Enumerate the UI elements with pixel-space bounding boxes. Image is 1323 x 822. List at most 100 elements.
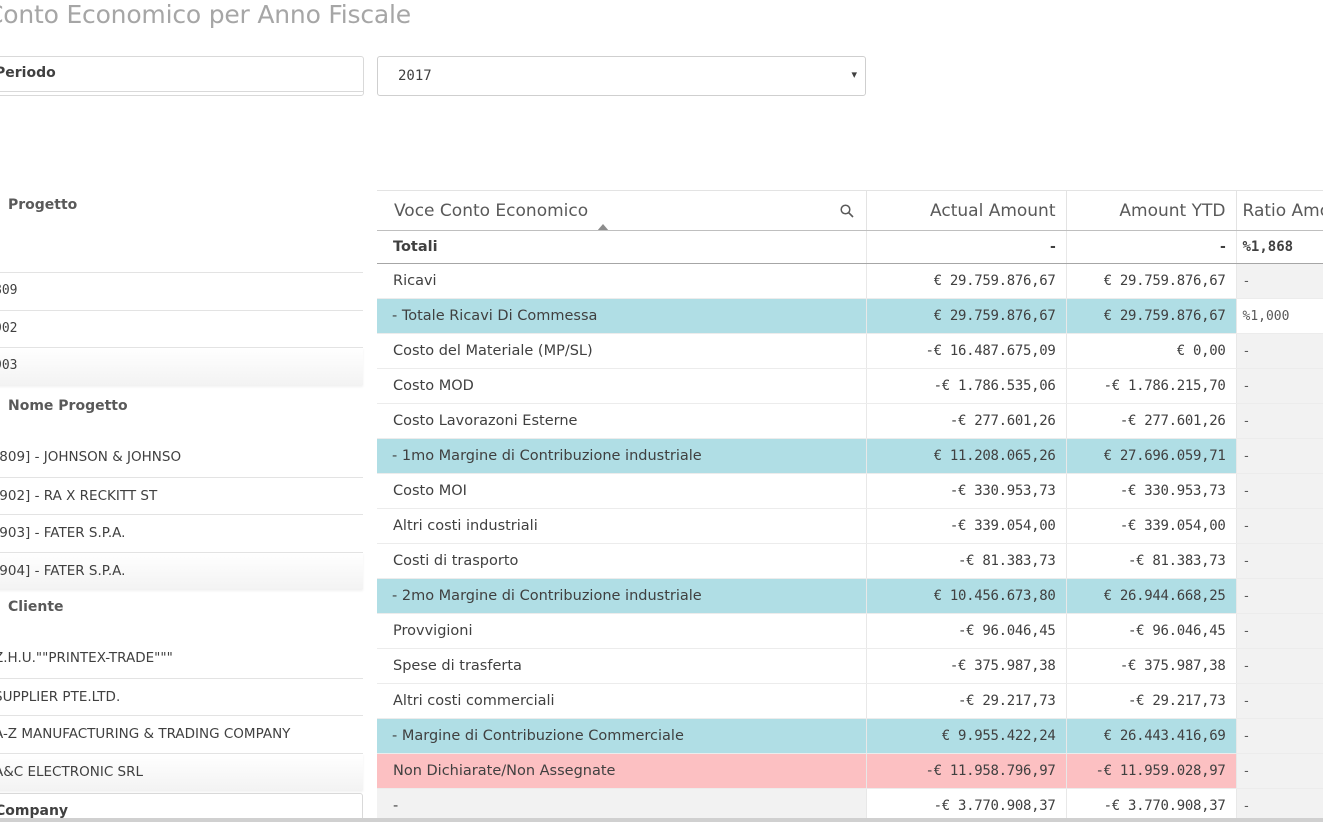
- table-row[interactable]: - 2mo Margine di Contribuzione industria…: [377, 578, 1323, 614]
- row-amount-ytd: -€ 339.054,00: [1066, 508, 1237, 544]
- table-row[interactable]: Ricavi € 29.759.876,67 € 29.759.876,67-: [377, 263, 1323, 299]
- row-actual-amount: -€ 277.601,26: [866, 403, 1067, 439]
- row-amount-ytd: -€ 96.046,45: [1066, 613, 1237, 649]
- list-item[interactable]: [809] - JOHNSON & JOHNSO: [0, 439, 363, 477]
- row-ratio-amount: -: [1236, 578, 1323, 614]
- totals-ratio: %1,868: [1236, 230, 1323, 264]
- filter-title-nome-progetto: .Nome Progetto: [8, 398, 128, 414]
- row-actual-amount: -€ 11.958.796,97: [866, 753, 1067, 789]
- year-select[interactable]: 2017 ▾: [377, 56, 866, 96]
- totals-actual: -: [866, 230, 1067, 264]
- column-header-ratio[interactable]: Ratio Amount: [1236, 190, 1323, 231]
- year-select-value: 2017: [398, 68, 432, 84]
- row-actual-amount: -€ 1.786.535,06: [866, 368, 1067, 404]
- row-actual-amount: -€ 81.383,73: [866, 543, 1067, 579]
- row-ratio-amount: -: [1236, 753, 1323, 789]
- list-item[interactable]: 809: [0, 272, 363, 310]
- list-item[interactable]: [902] - RA X RECKITT ST: [0, 476, 363, 515]
- table-row[interactable]: Costo MOI -€ 330.953,73 -€ 330.953,73-: [377, 473, 1323, 509]
- filter-pane-progetto[interactable]: .Progetto 809 902 903: [0, 194, 363, 385]
- table-row[interactable]: - -€ 3.770.908,37 -€ 3.770.908,37-: [377, 788, 1323, 822]
- row-label: Costo del Materiale (MP/SL): [377, 333, 867, 369]
- row-ratio-amount: -: [1236, 543, 1323, 579]
- row-ratio-amount: -: [1236, 648, 1323, 684]
- row-amount-ytd: -€ 277.601,26: [1066, 403, 1237, 439]
- table-row[interactable]: Non Dichiarate/Non Assegnate -€ 11.958.79…: [377, 753, 1323, 789]
- row-actual-amount: € 10.456.673,80: [866, 578, 1067, 614]
- list-item[interactable]: SUPPLIER PTE.LTD.: [0, 677, 363, 716]
- table-row[interactable]: - Margine di Contribuzione Commerciale € …: [377, 718, 1323, 754]
- period-filter-label: Periodo: [0, 65, 56, 81]
- row-amount-ytd: € 26.443.416,69: [1066, 718, 1237, 754]
- row-ratio-amount: -: [1236, 683, 1323, 719]
- list-item[interactable]: A&C ELECTRONIC SRL: [0, 752, 363, 790]
- row-label: Ricavi: [377, 263, 867, 299]
- filter-pane-cliente[interactable]: .Cliente Z.H.U.""PRINTEX-TRADE""" SUPPLI…: [0, 596, 363, 790]
- table-row[interactable]: Spese di trasferta -€ 375.987,38 -€ 375.98…: [377, 648, 1323, 684]
- row-label: -: [377, 788, 867, 822]
- row-ratio-amount: -: [1236, 438, 1323, 474]
- list-item[interactable]: A-Z MANUFACTURING & TRADING COMPANY: [0, 715, 363, 753]
- list-item[interactable]: Z.H.U.""PRINTEX-TRADE""": [0, 640, 363, 678]
- totals-ytd: -: [1066, 230, 1237, 264]
- list-item[interactable]: [904] - FATER S.P.A.: [0, 551, 363, 589]
- search-icon[interactable]: [839, 204, 854, 218]
- row-label: Costi di trasporto: [377, 543, 867, 579]
- row-ratio-amount: -: [1236, 263, 1323, 299]
- row-amount-ytd: -€ 330.953,73: [1066, 473, 1237, 509]
- chevron-down-icon: ▾: [851, 68, 857, 81]
- period-filter-divider: [0, 91, 363, 92]
- row-actual-amount: -€ 29.217,73: [866, 683, 1067, 719]
- column-header-ytd[interactable]: Amount YTD: [1066, 190, 1237, 231]
- row-actual-amount: € 9.955.422,24: [866, 718, 1067, 754]
- table-row[interactable]: Costo del Materiale (MP/SL) -€ 16.487.675…: [377, 333, 1323, 369]
- row-label: Costo MOI: [377, 473, 867, 509]
- row-amount-ytd: -€ 3.770.908,37: [1066, 788, 1237, 822]
- row-amount-ytd: € 29.759.876,67: [1066, 263, 1237, 299]
- row-amount-ytd: € 0,00: [1066, 333, 1237, 369]
- row-ratio-amount: -: [1236, 508, 1323, 544]
- row-ratio-amount: -: [1236, 403, 1323, 439]
- filter-pane-nome-progetto[interactable]: .Nome Progetto [809] - JOHNSON & JOHNSO …: [0, 395, 363, 589]
- column-header-label: Voce Conto Economico: [394, 200, 589, 221]
- list-item[interactable]: 903: [0, 347, 363, 385]
- row-actual-amount: € 29.759.876,67: [866, 298, 1067, 334]
- filter-title-cliente: .Cliente: [8, 599, 64, 615]
- table-row[interactable]: Altri costi commerciali -€ 29.217,73 -€ 29…: [377, 683, 1323, 719]
- table-row[interactable]: Provvigioni -€ 96.046,45 -€ 96.046,45-: [377, 613, 1323, 649]
- row-label: Non Dichiarate/Non Assegnate: [377, 753, 867, 789]
- row-ratio-amount: -: [1236, 718, 1323, 754]
- table-row[interactable]: Altri costi industriali -€ 339.054,00 -€ 3…: [377, 508, 1323, 544]
- table-row[interactable]: - 1mo Margine di Contribuzione industria…: [377, 438, 1323, 474]
- table-row[interactable]: Costi di trasporto -€ 81.383,73 -€ 81.383,…: [377, 543, 1323, 579]
- row-amount-ytd: € 29.759.876,67: [1066, 298, 1237, 334]
- row-label: Provvigioni: [377, 613, 867, 649]
- row-ratio-amount: -: [1236, 473, 1323, 509]
- row-actual-amount: -€ 3.770.908,37: [866, 788, 1067, 822]
- table-row[interactable]: - Totale Ricavi Di Commessa € 29.759.876,…: [377, 298, 1323, 334]
- row-label: - Margine di Contribuzione Commerciale: [377, 718, 867, 754]
- row-actual-amount: -€ 96.046,45: [866, 613, 1067, 649]
- row-amount-ytd: € 27.696.059,71: [1066, 438, 1237, 474]
- table-row[interactable]: Costo MOD -€ 1.786.535,06 -€ 1.786.215,70-: [377, 368, 1323, 404]
- list-item[interactable]: 902: [0, 309, 363, 348]
- sort-ascending-icon: [597, 224, 609, 230]
- row-label: Costo Lavorazoni Esterne: [377, 403, 867, 439]
- row-ratio-amount: -: [1236, 788, 1323, 822]
- period-filter[interactable]: Periodo: [0, 56, 364, 96]
- totals-row: Totali - - %1,868: [377, 230, 1323, 264]
- table-row[interactable]: Costo Lavorazoni Esterne -€ 277.601,26 -€ …: [377, 403, 1323, 439]
- row-label: Altri costi industriali: [377, 508, 867, 544]
- row-actual-amount: -€ 16.487.675,09: [866, 333, 1067, 369]
- row-label: - 2mo Margine di Contribuzione industria…: [377, 578, 867, 614]
- column-header-actual[interactable]: Actual Amount: [866, 190, 1067, 231]
- row-ratio-amount: %1,000: [1236, 298, 1323, 334]
- row-amount-ytd: -€ 81.383,73: [1066, 543, 1237, 579]
- row-amount-ytd: € 26.944.668,25: [1066, 578, 1237, 614]
- list-item[interactable]: [903] - FATER S.P.A.: [0, 514, 363, 552]
- filter-title-progetto: .Progetto: [8, 197, 78, 213]
- pl-table: Voce Conto Economico Actual Amount Amoun…: [377, 190, 1323, 822]
- column-header-voce[interactable]: Voce Conto Economico: [377, 190, 867, 231]
- totals-label: Totali: [377, 230, 867, 264]
- page-title: Conto Economico per Anno Fiscale: [0, 0, 411, 29]
